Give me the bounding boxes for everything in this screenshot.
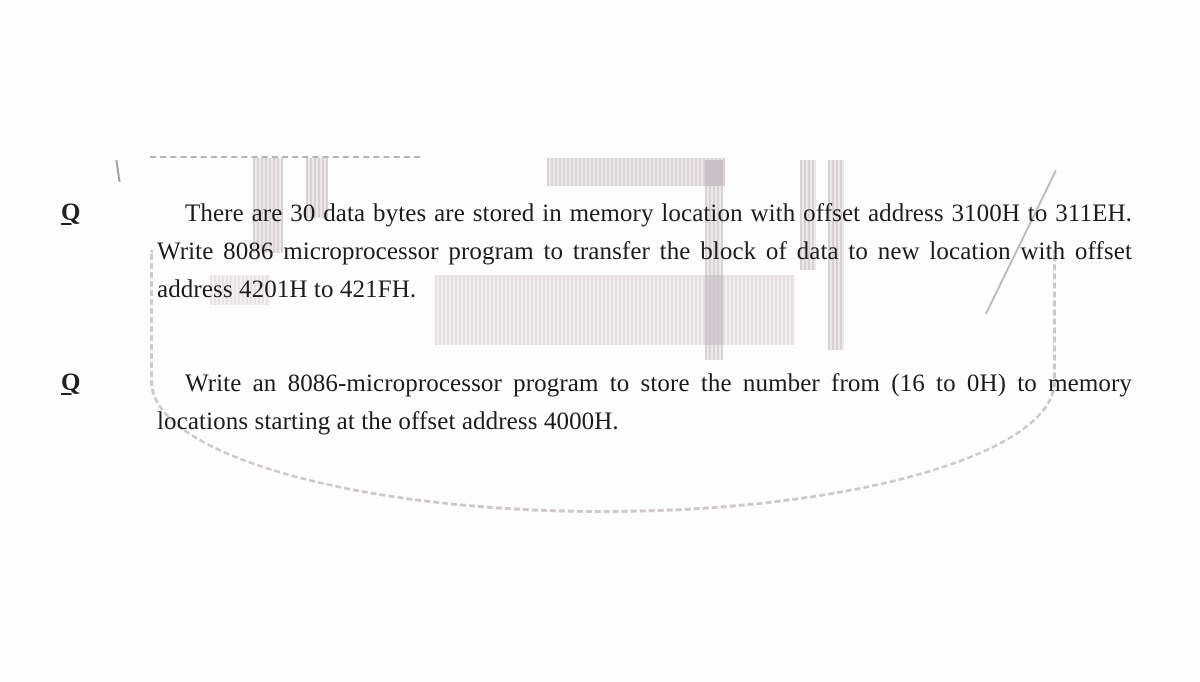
scan-artifact-tick xyxy=(115,159,121,183)
bleed-through-block xyxy=(547,158,725,186)
question-text: There are 30 data bytes are stored in me… xyxy=(157,195,1132,309)
question-1-text: There are 30 data bytes are stored in me… xyxy=(157,200,1132,303)
question-2-text: Write an 8086-microprocessor program to … xyxy=(157,370,1132,435)
scanned-page: Q There are 30 data bytes are stored in … xyxy=(0,0,1200,682)
question-marker: Q xyxy=(61,369,81,396)
question-text: Write an 8086-microprocessor program to … xyxy=(157,365,1132,441)
question-marker: Q xyxy=(61,199,81,226)
cut-off-text-line xyxy=(150,156,420,158)
